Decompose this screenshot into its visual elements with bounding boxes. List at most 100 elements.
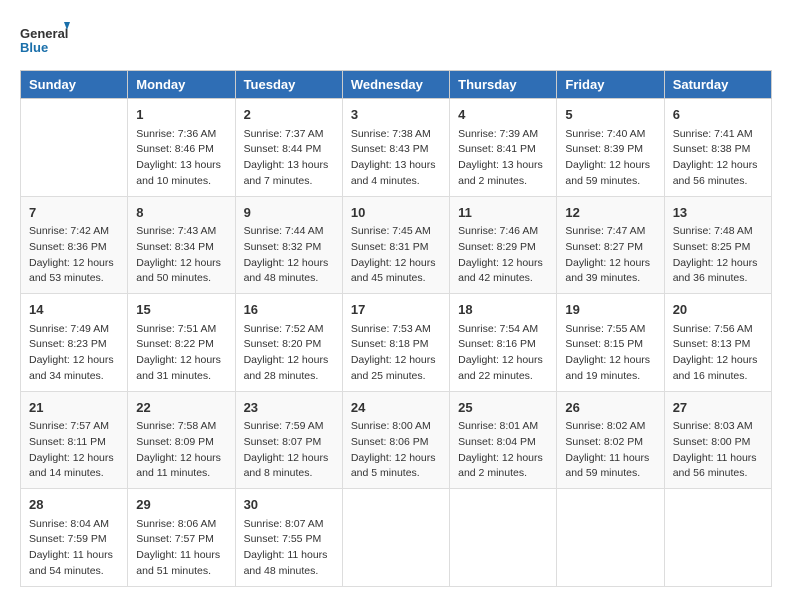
day-info: Sunrise: 8:06 AM Sunset: 7:57 PM Dayligh…: [136, 517, 226, 580]
calendar-cell: [21, 99, 128, 197]
day-info: Sunrise: 8:01 AM Sunset: 8:04 PM Dayligh…: [458, 419, 548, 482]
day-header-saturday: Saturday: [664, 71, 771, 99]
day-number: 6: [673, 105, 763, 125]
calendar-week-row: 21Sunrise: 7:57 AM Sunset: 8:11 PM Dayli…: [21, 391, 772, 489]
day-number: 27: [673, 398, 763, 418]
calendar-cell: 3Sunrise: 7:38 AM Sunset: 8:43 PM Daylig…: [342, 99, 449, 197]
day-info: Sunrise: 7:41 AM Sunset: 8:38 PM Dayligh…: [673, 127, 763, 190]
day-info: Sunrise: 8:03 AM Sunset: 8:00 PM Dayligh…: [673, 419, 763, 482]
calendar-cell: 9Sunrise: 7:44 AM Sunset: 8:32 PM Daylig…: [235, 196, 342, 294]
calendar-cell: 28Sunrise: 8:04 AM Sunset: 7:59 PM Dayli…: [21, 489, 128, 587]
day-number: 1: [136, 105, 226, 125]
calendar-cell: 2Sunrise: 7:37 AM Sunset: 8:44 PM Daylig…: [235, 99, 342, 197]
day-number: 12: [565, 203, 655, 223]
calendar-cell: 11Sunrise: 7:46 AM Sunset: 8:29 PM Dayli…: [450, 196, 557, 294]
calendar-cell: 29Sunrise: 8:06 AM Sunset: 7:57 PM Dayli…: [128, 489, 235, 587]
day-info: Sunrise: 8:07 AM Sunset: 7:55 PM Dayligh…: [244, 517, 334, 580]
day-header-wednesday: Wednesday: [342, 71, 449, 99]
day-info: Sunrise: 7:52 AM Sunset: 8:20 PM Dayligh…: [244, 322, 334, 385]
day-info: Sunrise: 7:59 AM Sunset: 8:07 PM Dayligh…: [244, 419, 334, 482]
calendar-cell: [664, 489, 771, 587]
calendar-cell: 26Sunrise: 8:02 AM Sunset: 8:02 PM Dayli…: [557, 391, 664, 489]
calendar-cell: 5Sunrise: 7:40 AM Sunset: 8:39 PM Daylig…: [557, 99, 664, 197]
day-info: Sunrise: 7:47 AM Sunset: 8:27 PM Dayligh…: [565, 224, 655, 287]
day-number: 23: [244, 398, 334, 418]
day-number: 24: [351, 398, 441, 418]
calendar-cell: 10Sunrise: 7:45 AM Sunset: 8:31 PM Dayli…: [342, 196, 449, 294]
calendar-week-row: 7Sunrise: 7:42 AM Sunset: 8:36 PM Daylig…: [21, 196, 772, 294]
day-header-sunday: Sunday: [21, 71, 128, 99]
day-info: Sunrise: 7:49 AM Sunset: 8:23 PM Dayligh…: [29, 322, 119, 385]
calendar-cell: 7Sunrise: 7:42 AM Sunset: 8:36 PM Daylig…: [21, 196, 128, 294]
day-number: 4: [458, 105, 548, 125]
calendar-cell: 21Sunrise: 7:57 AM Sunset: 8:11 PM Dayli…: [21, 391, 128, 489]
day-number: 10: [351, 203, 441, 223]
day-number: 18: [458, 300, 548, 320]
page-header: General Blue: [20, 20, 772, 60]
day-header-thursday: Thursday: [450, 71, 557, 99]
day-info: Sunrise: 7:39 AM Sunset: 8:41 PM Dayligh…: [458, 127, 548, 190]
day-info: Sunrise: 8:00 AM Sunset: 8:06 PM Dayligh…: [351, 419, 441, 482]
day-number: 25: [458, 398, 548, 418]
day-number: 17: [351, 300, 441, 320]
day-info: Sunrise: 7:38 AM Sunset: 8:43 PM Dayligh…: [351, 127, 441, 190]
day-info: Sunrise: 7:55 AM Sunset: 8:15 PM Dayligh…: [565, 322, 655, 385]
day-number: 11: [458, 203, 548, 223]
calendar-cell: 16Sunrise: 7:52 AM Sunset: 8:20 PM Dayli…: [235, 294, 342, 392]
calendar-cell: 20Sunrise: 7:56 AM Sunset: 8:13 PM Dayli…: [664, 294, 771, 392]
calendar-cell: 18Sunrise: 7:54 AM Sunset: 8:16 PM Dayli…: [450, 294, 557, 392]
calendar-cell: 27Sunrise: 8:03 AM Sunset: 8:00 PM Dayli…: [664, 391, 771, 489]
calendar-cell: 13Sunrise: 7:48 AM Sunset: 8:25 PM Dayli…: [664, 196, 771, 294]
day-info: Sunrise: 7:54 AM Sunset: 8:16 PM Dayligh…: [458, 322, 548, 385]
day-header-monday: Monday: [128, 71, 235, 99]
day-number: 30: [244, 495, 334, 515]
calendar-week-row: 14Sunrise: 7:49 AM Sunset: 8:23 PM Dayli…: [21, 294, 772, 392]
day-number: 7: [29, 203, 119, 223]
day-number: 9: [244, 203, 334, 223]
day-number: 22: [136, 398, 226, 418]
day-number: 21: [29, 398, 119, 418]
logo: General Blue: [20, 20, 70, 60]
logo-svg: General Blue: [20, 20, 70, 60]
day-number: 26: [565, 398, 655, 418]
calendar-cell: 23Sunrise: 7:59 AM Sunset: 8:07 PM Dayli…: [235, 391, 342, 489]
calendar-week-row: 1Sunrise: 7:36 AM Sunset: 8:46 PM Daylig…: [21, 99, 772, 197]
svg-text:Blue: Blue: [20, 40, 48, 55]
day-info: Sunrise: 7:56 AM Sunset: 8:13 PM Dayligh…: [673, 322, 763, 385]
day-info: Sunrise: 8:04 AM Sunset: 7:59 PM Dayligh…: [29, 517, 119, 580]
calendar-cell: 15Sunrise: 7:51 AM Sunset: 8:22 PM Dayli…: [128, 294, 235, 392]
day-number: 14: [29, 300, 119, 320]
calendar-cell: 12Sunrise: 7:47 AM Sunset: 8:27 PM Dayli…: [557, 196, 664, 294]
day-number: 3: [351, 105, 441, 125]
day-number: 19: [565, 300, 655, 320]
day-info: Sunrise: 7:37 AM Sunset: 8:44 PM Dayligh…: [244, 127, 334, 190]
calendar-cell: [450, 489, 557, 587]
day-header-friday: Friday: [557, 71, 664, 99]
calendar-week-row: 28Sunrise: 8:04 AM Sunset: 7:59 PM Dayli…: [21, 489, 772, 587]
day-number: 20: [673, 300, 763, 320]
day-info: Sunrise: 7:36 AM Sunset: 8:46 PM Dayligh…: [136, 127, 226, 190]
day-number: 29: [136, 495, 226, 515]
calendar-cell: 24Sunrise: 8:00 AM Sunset: 8:06 PM Dayli…: [342, 391, 449, 489]
calendar-cell: 17Sunrise: 7:53 AM Sunset: 8:18 PM Dayli…: [342, 294, 449, 392]
calendar-cell: 8Sunrise: 7:43 AM Sunset: 8:34 PM Daylig…: [128, 196, 235, 294]
calendar-cell: 1Sunrise: 7:36 AM Sunset: 8:46 PM Daylig…: [128, 99, 235, 197]
svg-text:General: General: [20, 26, 68, 41]
day-info: Sunrise: 7:58 AM Sunset: 8:09 PM Dayligh…: [136, 419, 226, 482]
day-number: 16: [244, 300, 334, 320]
calendar-cell: 30Sunrise: 8:07 AM Sunset: 7:55 PM Dayli…: [235, 489, 342, 587]
calendar-table: SundayMondayTuesdayWednesdayThursdayFrid…: [20, 70, 772, 587]
day-info: Sunrise: 7:40 AM Sunset: 8:39 PM Dayligh…: [565, 127, 655, 190]
day-number: 13: [673, 203, 763, 223]
day-info: Sunrise: 7:48 AM Sunset: 8:25 PM Dayligh…: [673, 224, 763, 287]
day-info: Sunrise: 7:46 AM Sunset: 8:29 PM Dayligh…: [458, 224, 548, 287]
day-info: Sunrise: 7:43 AM Sunset: 8:34 PM Dayligh…: [136, 224, 226, 287]
calendar-cell: [557, 489, 664, 587]
calendar-cell: 6Sunrise: 7:41 AM Sunset: 8:38 PM Daylig…: [664, 99, 771, 197]
day-number: 2: [244, 105, 334, 125]
day-info: Sunrise: 7:51 AM Sunset: 8:22 PM Dayligh…: [136, 322, 226, 385]
day-number: 15: [136, 300, 226, 320]
day-info: Sunrise: 7:53 AM Sunset: 8:18 PM Dayligh…: [351, 322, 441, 385]
day-info: Sunrise: 7:45 AM Sunset: 8:31 PM Dayligh…: [351, 224, 441, 287]
day-number: 28: [29, 495, 119, 515]
